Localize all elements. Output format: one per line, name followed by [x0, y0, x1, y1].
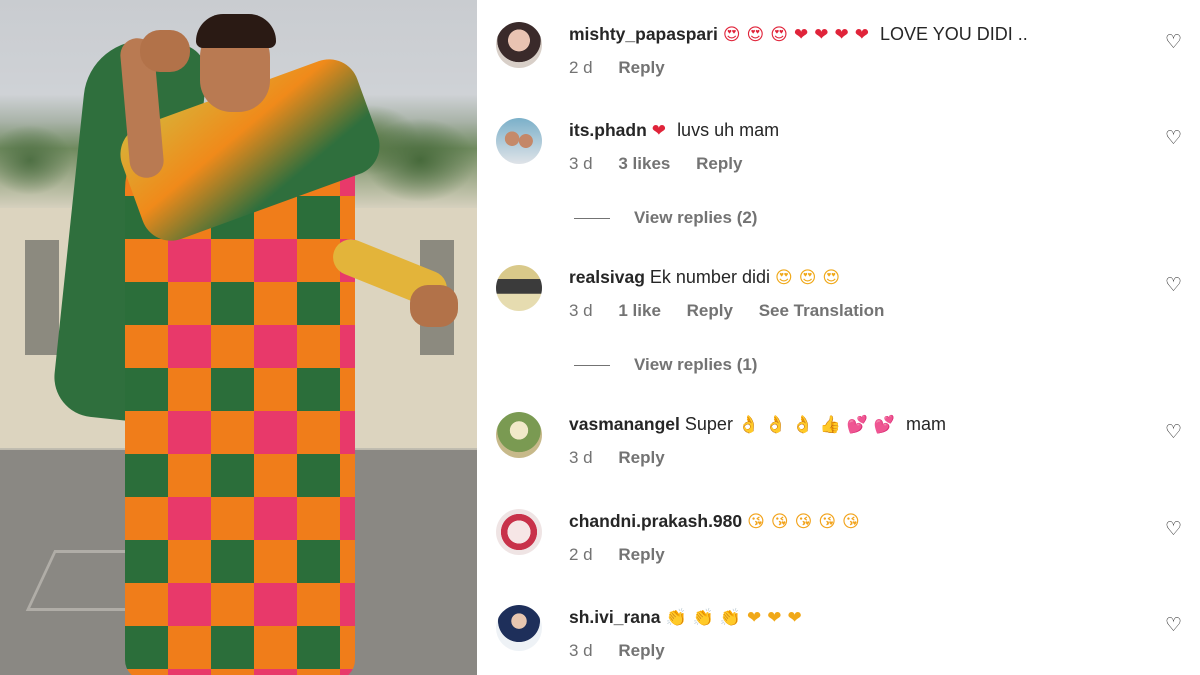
comment-age: 3 d — [569, 641, 593, 660]
reply-button[interactable]: Reply — [618, 58, 664, 77]
reply-button[interactable]: Reply — [618, 448, 664, 467]
comment-line: chandni.prakash.980 😘😘😘😘😘 — [569, 511, 866, 532]
comment-username[interactable]: sh.ivi_rana — [569, 607, 660, 627]
replies-divider — [574, 218, 610, 220]
comment-text: luvs uh mam — [677, 120, 780, 140]
comment-age: 3 d — [569, 154, 593, 173]
comment-meta: 3 d 3 likes Reply — [569, 154, 763, 174]
raised-fist — [140, 30, 190, 72]
comment-line: realsivag Ek number didi 😍😍😍 — [569, 267, 846, 288]
comment-emoji: 👌👌👌👍💕💕 — [737, 415, 901, 435]
comment-age: 2 d — [569, 545, 593, 564]
reply-button[interactable]: Reply — [687, 301, 733, 320]
comment-username[interactable]: chandni.prakash.980 — [569, 511, 742, 531]
reply-button[interactable]: Reply — [618, 545, 664, 564]
view-replies-label[interactable]: View replies (2) — [634, 208, 757, 227]
comment-text-suffix: mam — [906, 414, 946, 434]
comment-emoji: 👏👏👏❤❤❤ — [665, 608, 808, 628]
heart-outline-icon[interactable]: ♡ — [1165, 32, 1185, 52]
comment-text: Super — [684, 414, 733, 434]
comment-likes[interactable]: 3 likes — [618, 154, 670, 173]
comment-text: LOVE YOU DIDI .. — [880, 24, 1028, 44]
replies-divider — [574, 365, 610, 367]
heart-outline-icon[interactable]: ♡ — [1165, 422, 1185, 442]
comment-username[interactable]: vasmanangel — [569, 414, 680, 434]
comment-line: vasmanangel Super 👌👌👌👍💕💕 mam — [569, 414, 946, 435]
person-hair — [196, 14, 276, 48]
comment-meta: 3 d Reply — [569, 641, 686, 661]
comment-age: 3 d — [569, 301, 593, 320]
reply-button[interactable]: Reply — [618, 641, 664, 660]
comment-emoji: 😍😍😍 — [774, 268, 847, 288]
comment-meta: 3 d Reply — [569, 448, 686, 468]
heart-outline-icon[interactable]: ♡ — [1165, 519, 1185, 539]
comment-line: mishty_papaspari 😍😍😍❤❤❤❤ LOVE YOU DIDI .… — [569, 24, 1028, 45]
extended-fist — [410, 285, 458, 327]
comment-emoji: 😘😘😘😘😘 — [747, 512, 866, 532]
comments-panel: mishty_papaspari 😍😍😍❤❤❤❤ LOVE YOU DIDI .… — [477, 0, 1200, 675]
heart-outline-icon[interactable]: ♡ — [1165, 615, 1185, 635]
comment-age: 2 d — [569, 58, 593, 77]
view-replies-button[interactable]: View replies (1) — [574, 355, 757, 375]
avatar[interactable] — [496, 605, 542, 651]
heart-outline-icon[interactable]: ♡ — [1165, 275, 1185, 295]
comment-age: 3 d — [569, 448, 593, 467]
avatar[interactable] — [496, 509, 542, 555]
avatar[interactable] — [496, 265, 542, 311]
comment-username[interactable]: mishty_papaspari — [569, 24, 718, 44]
comment-emoji: ❤ — [651, 121, 673, 141]
post-media[interactable] — [0, 0, 477, 675]
see-translation-button[interactable]: See Translation — [759, 301, 885, 320]
heart-outline-icon[interactable]: ♡ — [1165, 128, 1185, 148]
comment-text: Ek number didi — [649, 267, 770, 287]
wall-opening — [25, 240, 59, 355]
comment-meta: 2 d Reply — [569, 58, 686, 78]
avatar[interactable] — [496, 118, 542, 164]
comment-username[interactable]: realsivag — [569, 267, 645, 287]
comment-line: its.phadn ❤ luvs uh mam — [569, 120, 779, 141]
reply-button[interactable]: Reply — [696, 154, 742, 173]
view-replies-button[interactable]: View replies (2) — [574, 208, 757, 228]
comment-meta: 2 d Reply — [569, 545, 686, 565]
comment-line: sh.ivi_rana 👏👏👏❤❤❤ — [569, 607, 808, 628]
comment-emoji: 😍😍😍❤❤❤❤ — [722, 25, 875, 45]
view-replies-label[interactable]: View replies (1) — [634, 355, 757, 374]
avatar[interactable] — [496, 22, 542, 68]
comment-meta: 3 d 1 like Reply See Translation — [569, 301, 905, 321]
comment-username[interactable]: its.phadn — [569, 120, 647, 140]
comment-likes[interactable]: 1 like — [618, 301, 661, 320]
avatar[interactable] — [496, 412, 542, 458]
